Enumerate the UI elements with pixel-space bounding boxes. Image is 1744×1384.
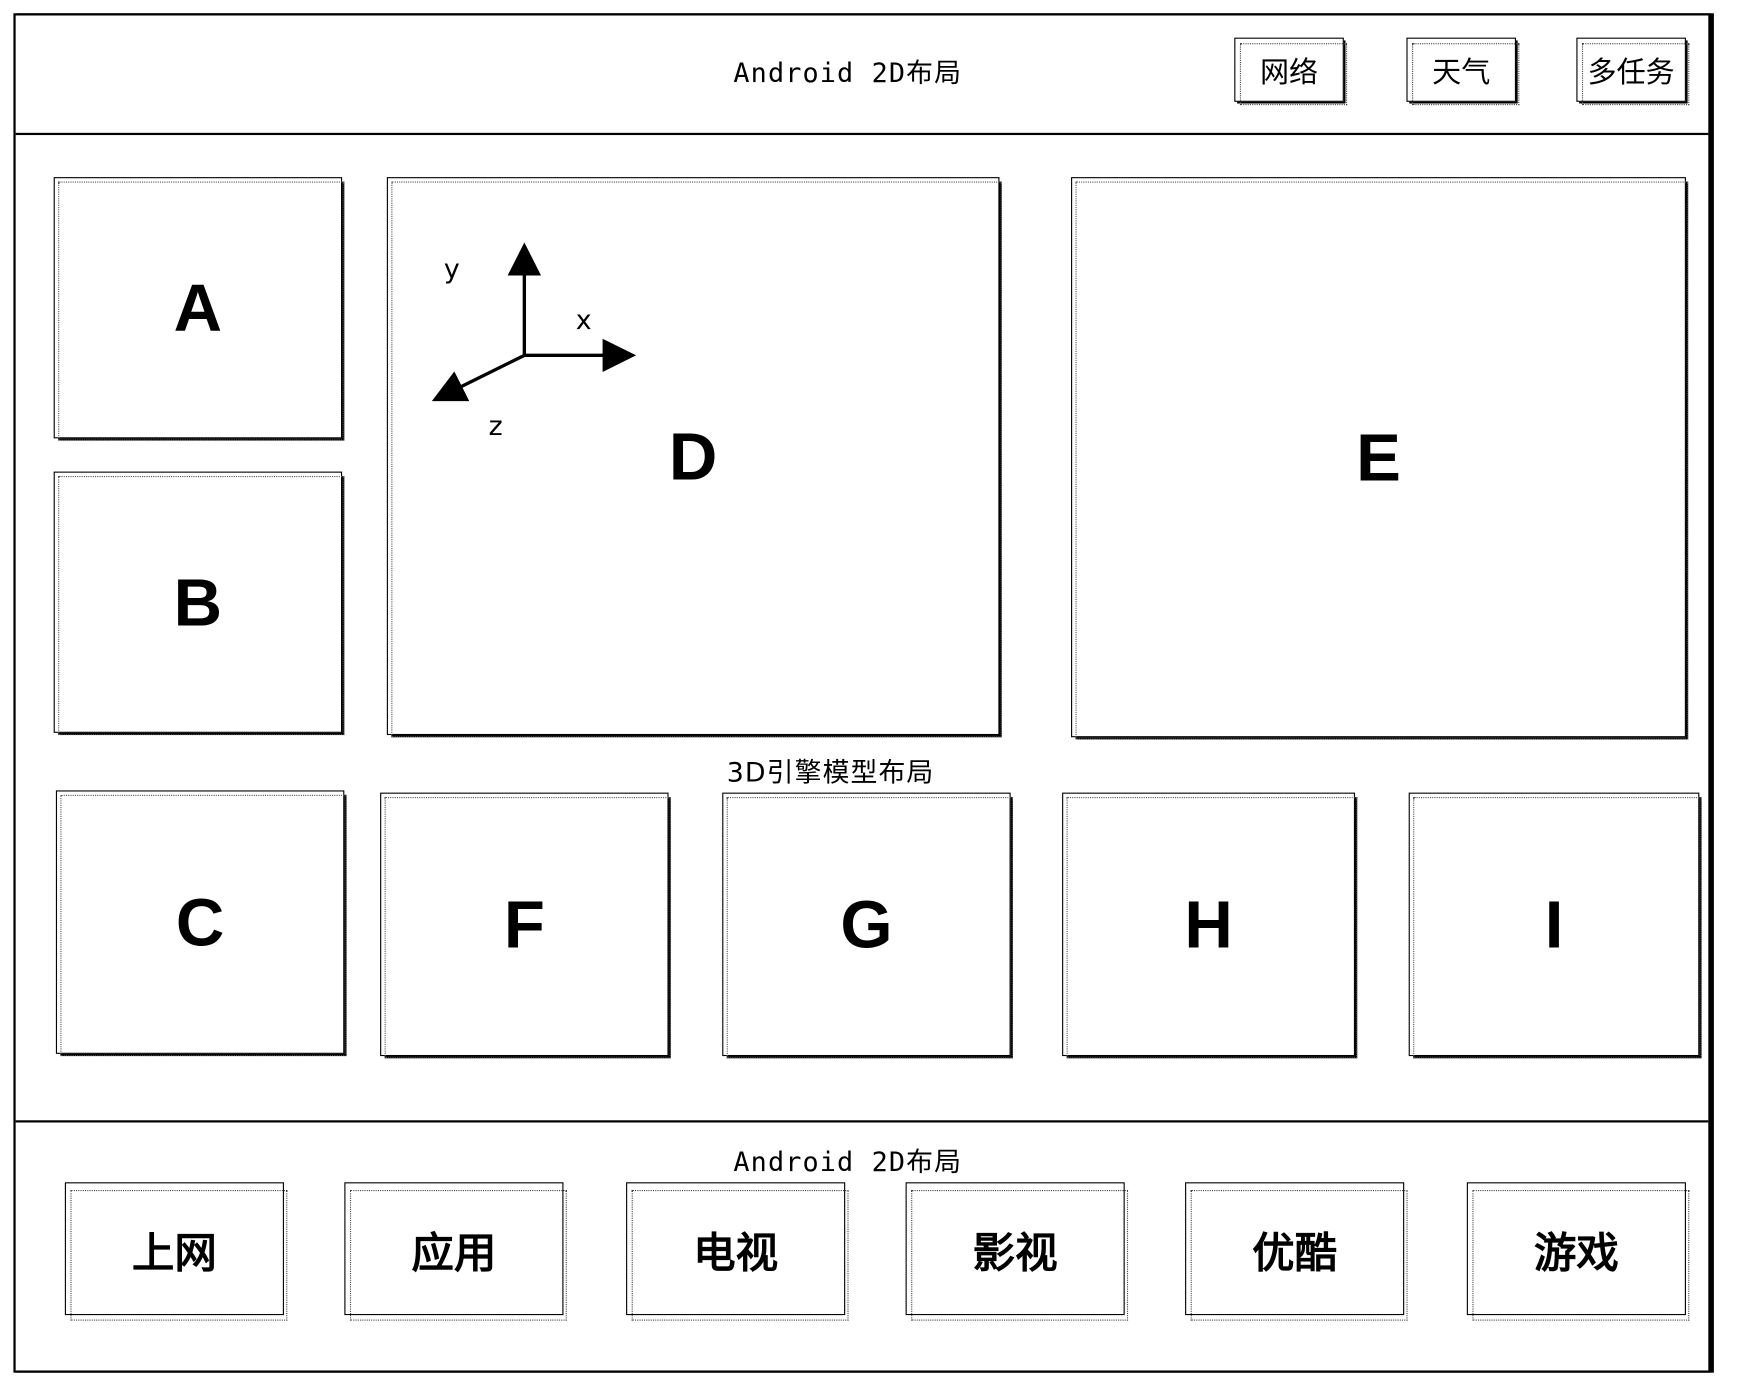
tile-f[interactable]: F (380, 792, 671, 1059)
header-title: Android 2D布局 (733, 57, 963, 89)
tile-c[interactable]: C (55, 790, 347, 1057)
tile-e-label: E (1356, 420, 1401, 495)
screen-frame: Android 2D布局 网络 天气 多任务 A B y x z D E 3D引… (13, 13, 1711, 1373)
tile-i-label: I (1544, 887, 1564, 962)
nav-apps-button[interactable]: 应用 (344, 1182, 567, 1321)
tile-d-label: D (668, 418, 718, 494)
engine-model-area: A B y x z D E 3D引擎模型布局 C F G H I (15, 135, 1709, 1123)
tile-g[interactable]: G (722, 792, 1013, 1059)
tile-b[interactable]: B (53, 471, 345, 736)
tile-a[interactable]: A (53, 177, 345, 441)
diagram-stage: Android 2D布局 网络 天气 多任务 A B y x z D E 3D引… (0, 0, 1744, 1384)
tile-i[interactable]: I (1408, 792, 1702, 1059)
tile-b-label: B (173, 565, 223, 640)
multitask-button[interactable]: 多任务 (1576, 37, 1690, 106)
network-button[interactable]: 网络 (1234, 37, 1348, 106)
nav-youku-button[interactable]: 优酷 (1185, 1182, 1408, 1321)
nav-games-button[interactable]: 游戏 (1466, 1182, 1690, 1321)
x-axis-label: x (575, 304, 592, 336)
tile-c-label: C (175, 885, 225, 960)
weather-button[interactable]: 天气 (1406, 37, 1520, 106)
footer-bar: Android 2D布局 上网 应用 电视 影视 优酷 游戏 (16, 1122, 1709, 1370)
tile-d[interactable]: y x z D (386, 177, 1002, 738)
tile-h[interactable]: H (1062, 792, 1358, 1059)
nav-tv-button[interactable]: 电视 (626, 1182, 849, 1321)
z-axis-label: z (488, 410, 503, 442)
y-axis-label: y (443, 253, 460, 285)
tile-e[interactable]: E (1071, 177, 1689, 740)
footer-title: Android 2D布局 (733, 1146, 963, 1178)
nav-movies-button[interactable]: 影视 (905, 1182, 1129, 1321)
header-bar: Android 2D布局 网络 天气 多任务 (15, 15, 1709, 136)
tile-h-label: H (1184, 887, 1233, 962)
tile-f-label: F (503, 887, 545, 962)
tile-a-label: A (173, 270, 223, 345)
tile-g-label: G (840, 887, 893, 962)
z-axis-arrow (431, 353, 526, 402)
engine-area-caption: 3D引擎模型布局 (726, 757, 935, 789)
nav-internet-button[interactable]: 上网 (64, 1182, 288, 1321)
